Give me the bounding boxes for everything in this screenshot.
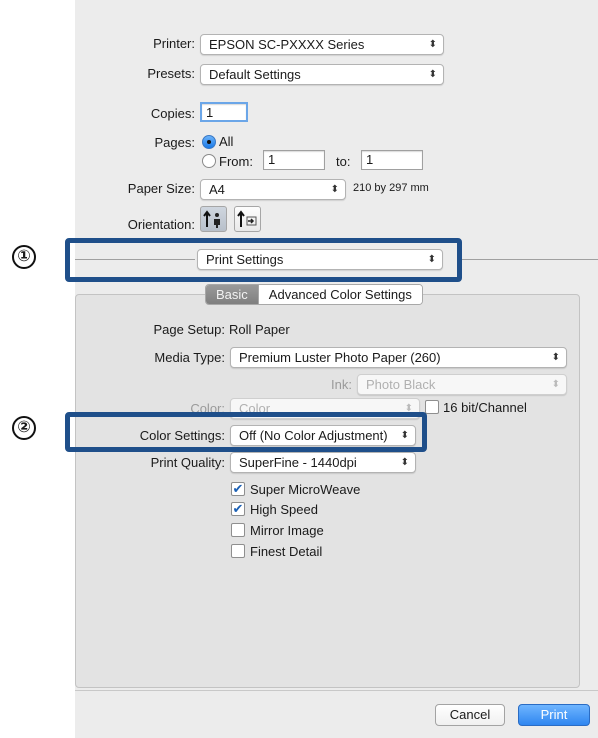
tab-basic[interactable]: Basic — [206, 285, 258, 304]
print-button[interactable]: Print — [518, 704, 590, 726]
finest-detail-label: Finest Detail — [250, 544, 323, 559]
separator-right — [460, 259, 598, 260]
copies-field[interactable]: 1 — [200, 102, 248, 122]
high-speed-label: High Speed — [250, 502, 318, 517]
ink-select[interactable]: Photo Black ⬍ — [357, 374, 567, 395]
pages-all-label: All — [219, 134, 234, 149]
print-quality-select[interactable]: SuperFine - 1440dpi ⬍ — [230, 452, 416, 473]
pages-all-radio[interactable] — [202, 135, 216, 149]
page-setup-label: Page Setup: — [153, 322, 225, 337]
orientation-portrait-button[interactable] — [200, 206, 227, 232]
orientation-label: Orientation: — [127, 217, 195, 232]
high-speed-checkbox[interactable]: ✔ — [231, 502, 245, 516]
updown-arrows-icon: ⬍ — [551, 379, 560, 390]
media-type-label: Media Type: — [154, 350, 225, 365]
bottom-separator — [75, 690, 598, 691]
updown-arrows-icon: ⬍ — [400, 457, 409, 468]
callout-highlight-1 — [65, 238, 462, 282]
updown-arrows-icon: ⬍ — [551, 352, 560, 363]
settings-tabs: Basic Advanced Color Settings — [205, 284, 423, 305]
paper-size-select[interactable]: A4 ⬍ — [200, 179, 346, 200]
callout-highlight-2 — [65, 412, 427, 452]
page-setup-value: Roll Paper — [229, 322, 290, 337]
updown-arrows-icon: ⬍ — [428, 39, 437, 50]
orientation-landscape-button[interactable] — [234, 206, 261, 232]
updown-arrows-icon: ⬍ — [330, 184, 339, 195]
finest-detail-checkbox[interactable] — [231, 544, 245, 558]
tab-advanced-color-settings[interactable]: Advanced Color Settings — [257, 285, 422, 304]
media-type-select-value: Premium Luster Photo Paper (260) — [239, 350, 441, 365]
callout-number-1: ① — [12, 245, 36, 269]
presets-label: Presets: — [147, 66, 195, 81]
pages-from-label: From: — [219, 154, 253, 169]
print-quality-label: Print Quality: — [150, 455, 225, 470]
landscape-icon — [237, 210, 257, 227]
super-microweave-label: Super MicroWeave — [250, 482, 361, 497]
pages-label: Pages: — [154, 135, 195, 150]
ink-label: Ink: — [331, 377, 352, 392]
presets-select[interactable]: Default Settings ⬍ — [200, 64, 444, 85]
cancel-button[interactable]: Cancel — [435, 704, 505, 726]
bit-channel-label: 16 bit/Channel — [443, 400, 527, 415]
presets-select-value: Default Settings — [209, 67, 301, 82]
portrait-icon — [203, 210, 220, 228]
paper-size-select-value: A4 — [209, 182, 225, 197]
mirror-image-checkbox[interactable] — [231, 523, 245, 537]
print-quality-select-value: SuperFine - 1440dpi — [239, 455, 357, 470]
updown-arrows-icon: ⬍ — [428, 69, 437, 80]
paper-size-label: Paper Size: — [127, 181, 195, 196]
pages-from-field[interactable]: 1 — [263, 150, 325, 170]
printer-label: Printer: — [153, 36, 195, 51]
super-microweave-checkbox[interactable]: ✔ — [231, 482, 245, 496]
printer-select-value: EPSON SC-PXXXX Series — [209, 37, 365, 52]
pages-to-field[interactable]: 1 — [361, 150, 423, 170]
pages-to-label: to: — [336, 154, 351, 169]
copies-label: Copies: — [150, 106, 195, 121]
bit-channel-checkbox[interactable] — [425, 400, 439, 414]
pages-from-radio[interactable] — [202, 154, 216, 168]
paper-dimensions: 210 by 297 mm — [353, 182, 429, 194]
ink-select-value: Photo Black — [366, 377, 436, 392]
printer-select[interactable]: EPSON SC-PXXXX Series ⬍ — [200, 34, 444, 55]
mirror-image-label: Mirror Image — [250, 523, 324, 538]
media-type-select[interactable]: Premium Luster Photo Paper (260) ⬍ — [230, 347, 567, 368]
callout-number-2: ② — [12, 416, 36, 440]
